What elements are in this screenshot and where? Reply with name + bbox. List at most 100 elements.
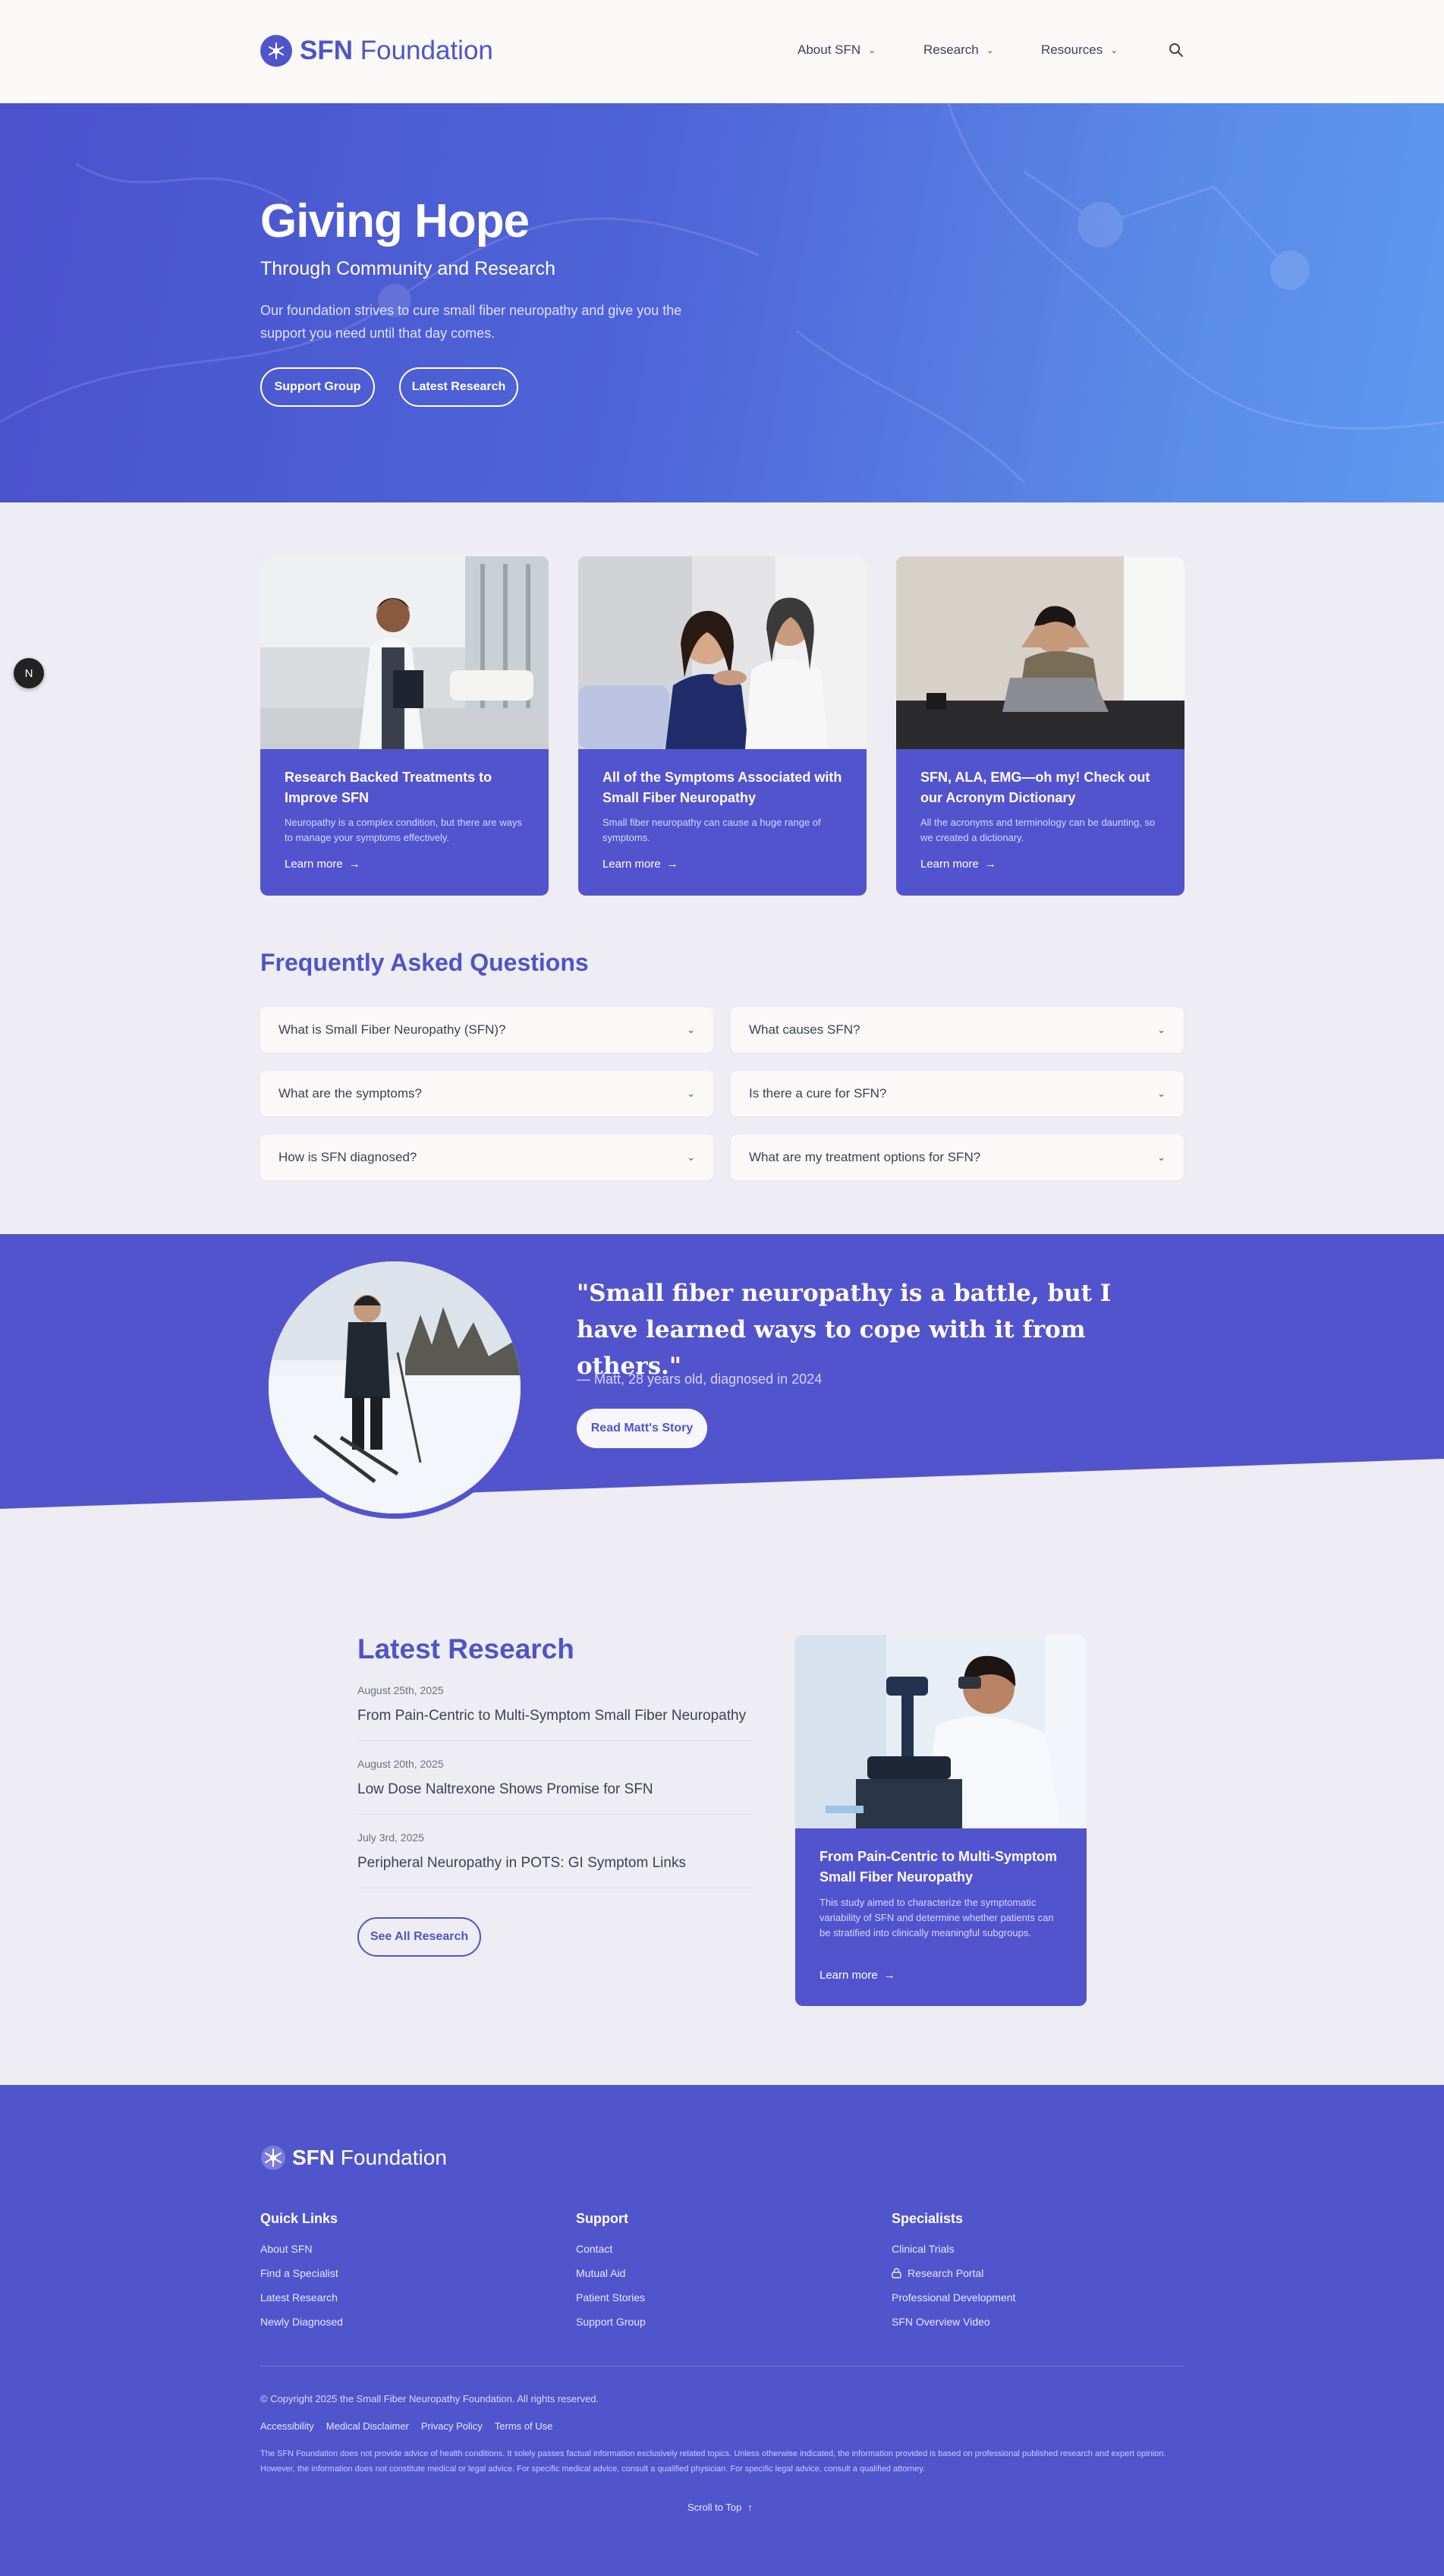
chevron-down-icon: ⌄ [1157,1088,1166,1099]
footer-link[interactable]: Newly Diagnosed [260,2316,343,2328]
faq-item[interactable]: What causes SFN? ⌄ [731,1007,1184,1053]
footer-link[interactable]: Find a Specialist [260,2267,338,2279]
chevron-down-icon: ⌄ [687,1151,695,1163]
arrow-right-icon: → [348,858,360,871]
featured-research-card[interactable]: From Pain-Centric to Multi-Symptom Small… [795,1635,1087,2006]
info-card-symptoms[interactable]: All of the Symptoms Associated with Smal… [578,556,867,896]
faq-question: How is SFN diagnosed? [278,1150,417,1164]
logo-icon [260,35,292,67]
chevron-down-icon: ⌄ [687,1088,695,1099]
nav-about-sfn[interactable]: About SFN ⌄ [798,43,876,58]
card-title: All of the Symptoms Associated with Smal… [602,770,842,805]
footer-link[interactable]: SFN Overview Video [892,2316,990,2328]
chevron-down-icon: ⌄ [1157,1024,1166,1035]
card-title: SFN, ALA, EMG—oh my! Check out our Acron… [920,770,1150,805]
nav-label: About SFN [798,43,861,57]
chevron-down-icon: ⌄ [687,1024,695,1035]
faq-question: What are my treatment options for SFN? [749,1150,981,1164]
disclaimer-text: The SFN Foundation does not provide advi… [260,2449,1166,2474]
chevron-down-icon: ⌄ [986,45,994,55]
faq-item[interactable]: How is SFN diagnosed? ⌄ [260,1135,713,1180]
latest-research-button[interactable]: Latest Research [399,367,518,407]
support-group-button[interactable]: Support Group [260,367,375,407]
card-description: All the acronyms and terminology can be … [920,817,1156,843]
footer-link[interactable]: Latest Research [260,2291,338,2304]
faq-item[interactable]: Is there a cure for SFN? ⌄ [731,1071,1184,1116]
footer-column-title: Quick Links [260,2211,338,2226]
arrow-up-icon: ↑ [747,2502,753,2513]
card-description: This study aimed to characterize the sym… [820,1897,1054,1938]
faq-item[interactable]: What are the symptoms? ⌄ [260,1071,713,1116]
footer-link[interactable]: About SFN [260,2243,312,2255]
info-card-acronyms[interactable]: SFN, ALA, EMG—oh my! Check out our Acron… [896,556,1184,896]
research-link[interactable]: Peripheral Neuropathy in POTS: GI Sympto… [357,1855,686,1872]
testimonial-avatar [263,1256,526,1519]
footer-link[interactable]: Contact [576,2243,612,2255]
hero-subtitle: Through Community and Research [260,258,556,279]
read-story-button[interactable]: Read Matt's Story [577,1409,707,1448]
research-date: August 25th, 2025 [357,1684,444,1696]
research-link[interactable]: From Pain-Centric to Multi-Symptom Small… [357,1708,746,1724]
nav-research[interactable]: Research ⌄ [923,43,994,58]
footer-link-label: Research Portal [908,2267,984,2279]
footer-divider [260,2366,1184,2367]
footer-link[interactable]: Clinical Trials [892,2243,954,2255]
search-button[interactable] [1169,43,1187,61]
logo-rest: Foundation [360,36,493,65]
footer-column-title: Support [576,2211,628,2226]
learn-more-link[interactable]: Learn more → [820,1969,895,1982]
featured-research-image [795,1635,1087,1828]
divider [357,1740,752,1741]
logo-rest: Foundation [340,2146,447,2169]
learn-more-link[interactable]: Learn more → [602,858,678,871]
testimonial-attribution: — Matt, 28 years old, diagnosed in 2024 [577,1371,823,1387]
legal-link[interactable]: Medical Disclaimer [326,2420,409,2432]
chevron-down-icon: ⌄ [1157,1151,1166,1163]
research-link[interactable]: Low Dose Naltrexone Shows Promise for SF… [357,1781,653,1798]
learn-more-link[interactable]: Learn more → [920,858,996,871]
learn-more-label: Learn more [285,858,343,871]
lock-icon [892,2268,901,2278]
logo-icon [261,2146,285,2170]
card-title: From Pain-Centric to Multi-Symptom Small… [820,1849,1058,1885]
faq-question: What causes SFN? [749,1022,860,1037]
footer-link[interactable]: Support Group [576,2316,646,2328]
faq-title: Frequently Asked Questions [260,949,589,976]
divider [357,1814,752,1815]
legal-link[interactable]: Terms of Use [495,2420,553,2432]
card-description: Small fiber neuropathy can cause a huge … [602,817,821,843]
footer-link-research-portal[interactable]: Research Portal [892,2267,983,2279]
learn-more-link[interactable]: Learn more → [285,858,360,871]
hero-neuron-background [0,103,1444,484]
chevron-down-icon: ⌄ [1110,45,1118,55]
legal-link[interactable]: Privacy Policy [421,2420,483,2432]
legal-links: Accessibility Medical Disclaimer Privacy… [260,2420,552,2432]
arrow-right-icon: → [883,1969,895,1982]
logo-bold: SFN [292,2146,335,2169]
learn-more-label: Learn more [920,858,979,871]
info-card-treatments[interactable]: Research Backed Treatments to Improve SF… [260,556,549,896]
testimonial-quote: "Small fiber neuropathy is a battle, but… [577,1280,1112,1380]
research-date: August 20th, 2025 [357,1758,444,1770]
footer-logo[interactable]: SFN Foundation [260,2145,447,2171]
site-header: SFN Foundation About SFN ⌄ Research ⌄ Re… [0,0,1444,103]
faq-item[interactable]: What is Small Fiber Neuropathy (SFN)? ⌄ [260,1007,713,1053]
legal-link[interactable]: Accessibility [260,2420,314,2432]
floating-action-button[interactable]: N [14,658,44,688]
search-icon [1169,43,1183,57]
nav-label: Resources [1041,43,1103,57]
nav-resources[interactable]: Resources ⌄ [1041,43,1118,58]
faq-item[interactable]: What are my treatment options for SFN? ⌄ [731,1135,1184,1180]
card-description: Neuropathy is a complex condition, but t… [285,817,522,843]
footer-link[interactable]: Professional Development [892,2291,1015,2304]
footer-link[interactable]: Mutual Aid [576,2267,625,2279]
scroll-to-top-button[interactable]: Scroll to Top ↑ [687,2502,753,2513]
nav-label: Research [923,43,979,57]
site-logo[interactable]: SFN Foundation [260,35,493,67]
copyright-text: © Copyright 2025 the Small Fiber Neuropa… [260,2393,599,2404]
arrow-right-icon: → [984,858,996,871]
faq-question: What are the symptoms? [278,1086,422,1101]
see-all-research-button[interactable]: See All Research [357,1917,481,1957]
footer-link[interactable]: Patient Stories [576,2291,645,2304]
card-title: Research Backed Treatments to Improve SF… [285,770,492,805]
